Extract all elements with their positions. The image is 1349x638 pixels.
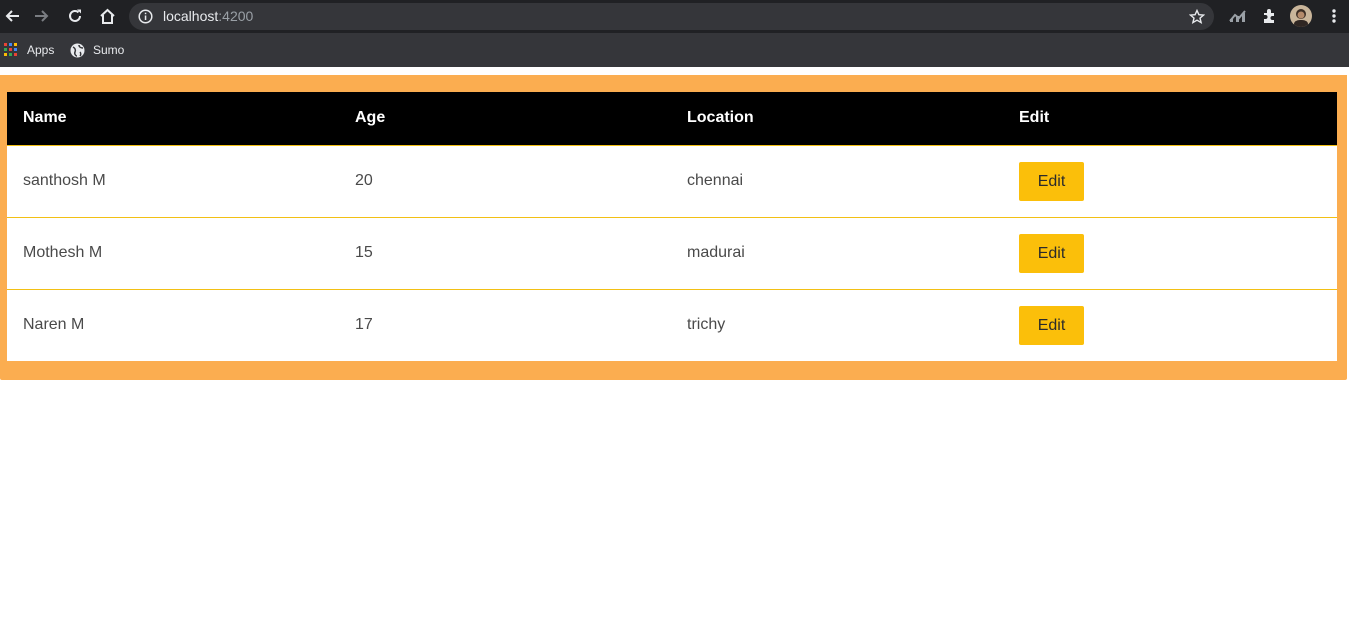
table-card: Name Age Location Edit santhosh M 20 che… [0, 75, 1347, 380]
column-header-age: Age [339, 92, 671, 145]
bookmark-label: Sumo [93, 43, 125, 57]
cell-age: 17 [339, 288, 671, 361]
info-icon[interactable] [137, 8, 154, 25]
edit-button[interactable]: Edit [1019, 161, 1084, 201]
profile-avatar[interactable] [1290, 5, 1312, 27]
star-icon[interactable] [1187, 7, 1206, 26]
table-row: Naren M 17 trichy Edit [7, 288, 1337, 361]
analytics-extension-icon[interactable] [1226, 4, 1250, 28]
cell-age: 20 [339, 144, 671, 217]
cell-name: Naren M [7, 288, 339, 361]
browser-toolbar: localhost:4200 [0, 0, 1349, 33]
table-row: Mothesh M 15 madurai Edit [7, 216, 1337, 289]
cell-location: trichy [671, 288, 1003, 361]
cell-age: 15 [339, 216, 671, 289]
forward-icon[interactable] [30, 4, 54, 28]
table-row: santhosh M 20 chennai Edit [7, 144, 1337, 217]
bookmark-apps[interactable]: Apps [3, 40, 54, 60]
column-header-name: Name [7, 92, 339, 145]
cell-edit: Edit [1003, 216, 1337, 289]
cell-name: Mothesh M [7, 216, 339, 289]
cell-name: santhosh M [7, 144, 339, 217]
bookmark-sumo[interactable]: Sumo [69, 40, 124, 60]
back-icon[interactable] [0, 4, 24, 28]
people-table: Name Age Location Edit santhosh M 20 che… [7, 92, 1337, 361]
cell-edit: Edit [1003, 144, 1337, 217]
table-header-row: Name Age Location Edit [7, 92, 1337, 145]
extensions-icon[interactable] [1257, 4, 1281, 28]
bookmark-label: Apps [27, 43, 55, 57]
url-text[interactable]: localhost:4200 [163, 8, 253, 25]
cell-location: madurai [671, 216, 1003, 289]
cell-location: chennai [671, 144, 1003, 217]
column-header-location: Location [671, 92, 1003, 145]
reload-icon[interactable] [63, 4, 87, 28]
edit-button[interactable]: Edit [1019, 305, 1084, 345]
url-port: :4200 [218, 8, 254, 24]
edit-button[interactable]: Edit [1019, 233, 1084, 273]
home-icon[interactable] [95, 4, 119, 28]
cell-edit: Edit [1003, 288, 1337, 361]
url-host: localhost [163, 8, 219, 24]
bookmarks-bar: Apps Sumo [0, 33, 1349, 67]
address-bar[interactable]: localhost:4200 [129, 3, 1214, 30]
globe-icon [69, 42, 85, 58]
apps-grid-icon [3, 42, 19, 58]
menu-icon[interactable] [1322, 4, 1346, 28]
column-header-edit: Edit [1003, 92, 1337, 145]
